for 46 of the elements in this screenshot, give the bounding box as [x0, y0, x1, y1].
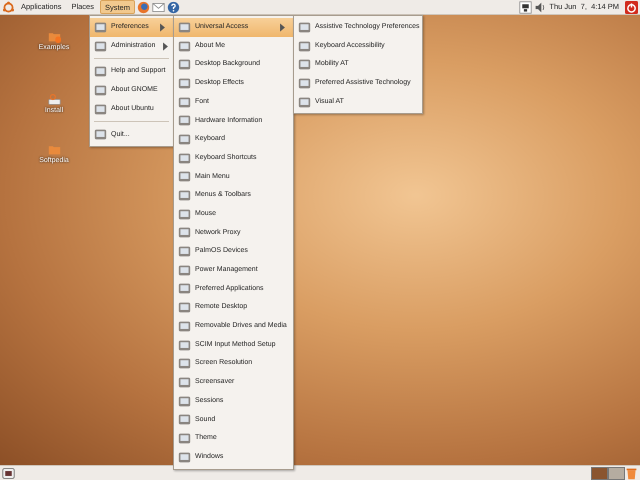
app-icon	[178, 152, 191, 165]
app-icon	[298, 58, 311, 72]
app-icon	[298, 96, 311, 109]
show-desktop-icon[interactable]	[2, 466, 15, 480]
app-icon	[178, 320, 191, 333]
app-icon	[178, 189, 191, 202]
app-icon	[178, 58, 191, 72]
app-icon	[178, 132, 191, 146]
monitor-icon[interactable]	[519, 0, 532, 14]
app-icon	[298, 20, 311, 34]
app-icon	[94, 20, 107, 34]
app-icon	[178, 170, 191, 184]
app-icon	[178, 376, 191, 389]
app-icon	[94, 84, 107, 97]
app-icon	[178, 114, 191, 128]
app-icon	[298, 76, 311, 90]
ubuntu-logo-icon[interactable]	[2, 0, 15, 14]
app-icon	[178, 76, 191, 90]
trash-icon[interactable]	[625, 466, 638, 480]
app-icon	[178, 245, 191, 258]
app-icon	[178, 413, 191, 426]
app-icon	[178, 226, 191, 240]
app-icon	[178, 40, 191, 53]
drive-icon[interactable]	[48, 93, 60, 106]
app-icon	[94, 40, 107, 53]
app-icon	[178, 264, 191, 277]
app-icon	[94, 65, 107, 78]
workspace[interactable]	[608, 466, 625, 480]
app-icon	[178, 450, 191, 464]
app-icon	[178, 338, 191, 352]
help-icon[interactable]	[166, 0, 180, 14]
app-icon	[178, 394, 191, 408]
power-icon[interactable]	[625, 0, 638, 14]
app-icon	[178, 96, 191, 109]
app-icon	[94, 102, 107, 116]
app-icon	[178, 282, 191, 296]
globe-icon[interactable]	[136, 0, 150, 14]
app-icon	[178, 432, 191, 445]
app-icon	[178, 20, 191, 34]
app-icon	[178, 301, 191, 314]
app-icon	[178, 208, 191, 221]
app-icon	[298, 40, 311, 53]
envelope-icon[interactable]	[152, 0, 165, 14]
workspace[interactable]	[591, 466, 608, 480]
app-icon	[178, 357, 191, 370]
app-icon	[94, 128, 107, 142]
